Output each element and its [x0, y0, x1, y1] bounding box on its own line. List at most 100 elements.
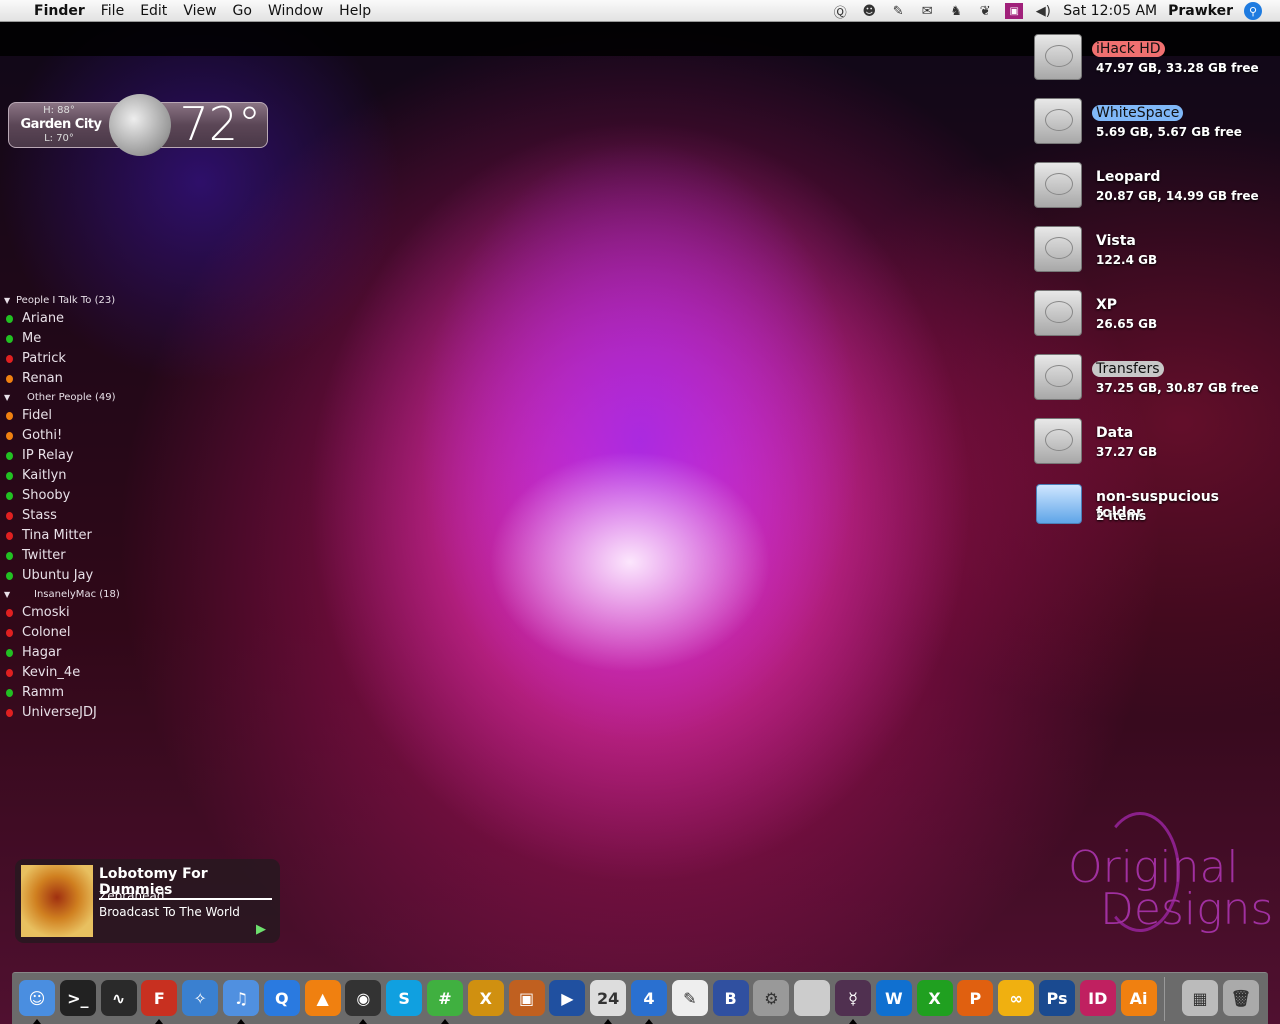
finder-icon[interactable]: ☺	[19, 980, 55, 1016]
clock[interactable]: Sat 12:05 AM	[1063, 3, 1157, 19]
group-name: Other People (49)	[27, 392, 116, 403]
itunes-icon[interactable]: ♫	[223, 980, 259, 1016]
buddy-name: UniverseJDJ	[22, 705, 97, 720]
growl-speech-icon[interactable]: ✎	[889, 3, 907, 19]
buddy-item[interactable]: Patrick	[4, 349, 120, 369]
weather-widget[interactable]: H: 88° Garden City L: 70° 72°	[8, 94, 268, 156]
skype-icon[interactable]: S	[386, 980, 423, 1016]
ical-icon[interactable]: 24	[590, 980, 627, 1016]
desktop-drive[interactable]: Transfers 37.25 GB, 30.87 GB free	[1034, 352, 1274, 408]
illustrator-icon[interactable]: Ai	[1120, 980, 1157, 1016]
quicktime-icon[interactable]: Q	[263, 980, 300, 1016]
paw-icon[interactable]: ❦	[976, 3, 994, 19]
buddy-item[interactable]: Me	[4, 329, 120, 349]
volume-icon[interactable]: ◀)	[1034, 3, 1052, 19]
buddy-item[interactable]: UniverseJDJ	[4, 703, 120, 723]
word-icon[interactable]: W	[875, 980, 912, 1016]
buddy-item[interactable]: Kevin_4e	[4, 663, 120, 683]
user-menu[interactable]: Prawker	[1168, 3, 1233, 19]
hard-drive-icon	[1034, 290, 1082, 336]
disclosure-triangle-icon[interactable]: ▼	[4, 292, 16, 309]
desktop-drive[interactable]: Data 37.27 GB	[1034, 416, 1274, 472]
script-utility-icon[interactable]: ⚙	[753, 980, 790, 1016]
x11-icon[interactable]: X	[467, 980, 504, 1016]
desktop-drive[interactable]: Leopard 20.87 GB, 14.99 GB free	[1034, 160, 1274, 216]
buddy-item[interactable]: Fidel	[4, 406, 120, 426]
menu-view[interactable]: View	[175, 3, 224, 19]
network-globe-icon[interactable]: 4	[631, 980, 667, 1016]
firefox-icon[interactable]: F	[141, 980, 178, 1016]
entourage-icon[interactable]: ∞	[998, 980, 1035, 1016]
photoshop-icon[interactable]: Ps	[1039, 980, 1075, 1016]
buddy-item[interactable]: Renan	[4, 369, 120, 389]
imovie-icon[interactable]: ▶	[549, 980, 586, 1016]
buddy-group[interactable]: ▼ Other People (49)	[4, 389, 120, 406]
indesign-icon[interactable]: ID	[1079, 980, 1116, 1016]
status-red-icon	[6, 709, 13, 717]
item-name: XP	[1096, 297, 1118, 313]
boot-camp-icon[interactable]	[794, 980, 831, 1016]
adium-duck-icon[interactable]: ☻	[860, 3, 878, 19]
buddy-group[interactable]: ▼ InsanelyMac (18)	[4, 586, 120, 603]
buddy-item[interactable]: IP Relay	[4, 446, 120, 466]
status-red-icon	[6, 512, 13, 520]
buddy-item[interactable]: Kaitlyn	[4, 466, 120, 486]
textedit-icon[interactable]: ✎	[671, 980, 708, 1016]
status-green-icon	[6, 572, 13, 580]
terminal-icon[interactable]: >_	[59, 980, 96, 1016]
play-icon[interactable]: ▶	[256, 922, 266, 937]
buddy-item[interactable]: Twitter	[4, 546, 120, 566]
menu-file[interactable]: File	[93, 3, 132, 19]
hard-drive-icon	[1034, 354, 1082, 400]
moon-icon	[109, 94, 171, 156]
buddy-item[interactable]: Tina Mitter	[4, 526, 120, 546]
mail-icon[interactable]: ✉	[918, 3, 936, 19]
hard-drive-icon	[1034, 34, 1082, 80]
disclosure-triangle-icon[interactable]: ▼	[4, 389, 16, 406]
buddy-item[interactable]: Ariane	[4, 309, 120, 329]
monitor-face-icon[interactable]: ▣	[1005, 3, 1024, 19]
stacks-icon[interactable]: ▦	[1182, 980, 1218, 1016]
disclosure-triangle-icon[interactable]: ▼	[4, 586, 16, 603]
buddy-name: Shooby	[22, 488, 71, 503]
menu-edit[interactable]: Edit	[132, 3, 175, 19]
buddy-item[interactable]: Shooby	[4, 486, 120, 506]
status-red-icon	[6, 669, 13, 677]
status-green-icon	[6, 492, 13, 500]
menu-finder[interactable]: Finder	[26, 3, 93, 19]
adium-icon[interactable]: ◉	[345, 980, 382, 1016]
safari-icon[interactable]: ✧	[182, 980, 219, 1016]
group-name: InsanelyMac (18)	[34, 589, 120, 600]
trash-icon[interactable]: 🗑	[1223, 980, 1259, 1016]
item-info: 2 items	[1096, 509, 1147, 523]
menu-window[interactable]: Window	[260, 3, 331, 19]
buddy-item[interactable]: Hagar	[4, 643, 120, 663]
powerpoint-icon[interactable]: P	[957, 980, 994, 1016]
buddy-group[interactable]: ▼ People I Talk To (23)	[4, 292, 120, 309]
gender-app-icon[interactable]: ☿	[835, 980, 871, 1016]
excel-icon[interactable]: X	[916, 980, 953, 1016]
vlc-icon[interactable]: ▲	[304, 980, 341, 1016]
bird-icon[interactable]: ♞	[947, 3, 965, 19]
buddy-item[interactable]: Ramm	[4, 683, 120, 703]
desktop-drive[interactable]: Vista 122.4 GB	[1034, 224, 1274, 280]
status-green-icon	[6, 452, 13, 460]
now-playing-widget[interactable]: Lobotomy For Dummies Zebrahead Broadcast…	[15, 859, 280, 943]
quicksilver-icon[interactable]: Ⓠ	[831, 3, 849, 21]
buddy-item[interactable]: Stass	[4, 506, 120, 526]
activity-monitor-icon[interactable]: ∿	[100, 980, 137, 1016]
desktop-drive[interactable]: iHack HD 47.97 GB, 33.28 GB free	[1034, 32, 1274, 88]
buddy-item[interactable]: Ubuntu Jay	[4, 566, 120, 586]
buddy-item[interactable]: Colonel	[4, 623, 120, 643]
desktop-drive[interactable]: XP 26.65 GB	[1034, 288, 1274, 344]
spotlight-icon[interactable]: ⚲	[1244, 2, 1262, 20]
bbedit-icon[interactable]: B	[712, 980, 749, 1016]
desktop-drive[interactable]: WhiteSpace 5.69 GB, 5.67 GB free	[1034, 96, 1274, 152]
buddy-item[interactable]: Cmoski	[4, 603, 120, 623]
iphoto-icon[interactable]: ▣	[508, 980, 545, 1016]
buddy-item[interactable]: Gothi!	[4, 426, 120, 446]
menu-go[interactable]: Go	[225, 3, 260, 19]
desktop-folder[interactable]: non-suspucious folder 2 items	[1034, 480, 1274, 536]
menu-help[interactable]: Help	[331, 3, 379, 19]
colloquy-icon[interactable]: #	[427, 980, 463, 1016]
